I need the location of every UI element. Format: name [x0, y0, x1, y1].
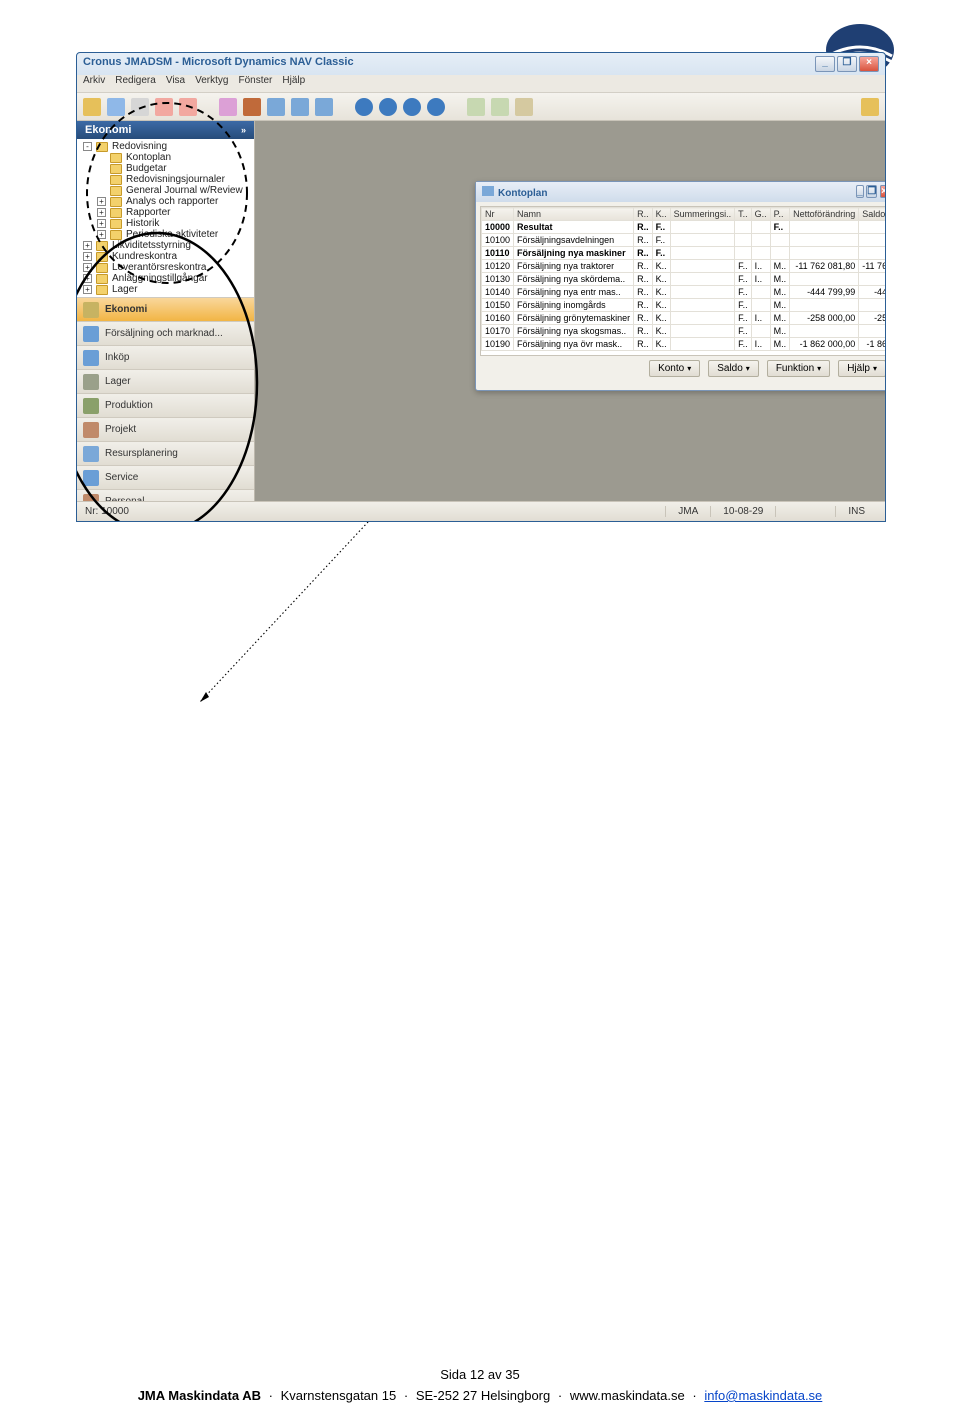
tree-item[interactable]: +Rapporter: [81, 207, 250, 218]
nav-active-category[interactable]: Ekonomi »: [77, 121, 254, 139]
category-icon: [83, 326, 99, 342]
app-screenshot: Cronus JMADSM - Microsoft Dynamics NAV C…: [76, 52, 886, 522]
toolbar-icon[interactable]: [491, 98, 509, 116]
table-row[interactable]: 10000ResultatR..F..F..: [482, 221, 887, 234]
tree-item[interactable]: +Periodiska aktiviteter: [81, 229, 250, 240]
statusbar: Nr: 10000 JMA 10-08-29 INS: [77, 501, 885, 521]
tree-item[interactable]: +Leverantörsreskontra: [81, 262, 250, 273]
kontoplan-grid[interactable]: NrNamnR..K..Summeringsi..T..G..P..Nettof…: [480, 206, 886, 356]
tree-item[interactable]: +Lager: [81, 284, 250, 295]
tree-item[interactable]: Redovisningsjournaler: [81, 174, 250, 185]
mdi-workspace: Kontoplan _ ❐ × NrNamnR..K..Summeringsi.…: [255, 121, 885, 501]
table-row[interactable]: 10130Försäljning nya skördema..R..K..F..…: [482, 273, 887, 286]
toolbar-icon[interactable]: [315, 98, 333, 116]
tree-item[interactable]: +Historik: [81, 218, 250, 229]
tree-item[interactable]: -Redovisning: [81, 141, 250, 152]
menu-item[interactable]: Redigera: [115, 75, 156, 86]
toolbar[interactable]: [77, 93, 885, 121]
tree-item[interactable]: +Likviditetsstyrning: [81, 240, 250, 251]
category-button[interactable]: Ekonomi: [77, 297, 254, 321]
tree-item[interactable]: Budgetar: [81, 163, 250, 174]
navigation-pane: Ekonomi » -Redovisning Kontoplan Budgeta…: [77, 121, 255, 501]
page-number: Sida 12 av 35: [0, 1367, 960, 1382]
category-icon: [83, 446, 99, 462]
toolbar-icon[interactable]: [243, 98, 261, 116]
category-icon: [83, 374, 99, 390]
window-button[interactable]: Saldo▾: [708, 360, 759, 377]
tree-item[interactable]: General Journal w/Review: [81, 185, 250, 196]
toolbar-icon[interactable]: [379, 98, 397, 116]
minimize-button[interactable]: _: [815, 56, 835, 72]
chevron-down-icon: ▾: [746, 364, 750, 373]
chevron-down-icon: ▾: [687, 364, 691, 373]
category-icon: [83, 422, 99, 438]
chevron-down-icon: ▾: [873, 364, 877, 373]
toolbar-icon[interactable]: [355, 98, 373, 116]
window-button[interactable]: Konto▾: [649, 360, 700, 377]
child-window-titlebar: Kontoplan _ ❐ ×: [476, 182, 886, 202]
menu-item[interactable]: Verktyg: [195, 75, 228, 86]
toolbar-icon[interactable]: [107, 98, 125, 116]
table-row[interactable]: 10160Försäljning grönytemaskinerR..K..F.…: [482, 312, 887, 325]
maximize-button[interactable]: ❐: [837, 56, 857, 72]
category-button[interactable]: Lager: [77, 369, 254, 393]
category-button[interactable]: Försäljning och marknad...: [77, 321, 254, 345]
table-row[interactable]: 10190Försäljning nya övr mask..R..K..F..…: [482, 338, 887, 351]
status-mode: INS: [835, 506, 877, 517]
table-row[interactable]: 10140Försäljning nya entr mas..R..K..F..…: [482, 286, 887, 299]
status-left: Nr: 10000: [85, 506, 129, 517]
table-row[interactable]: 10100FörsäljningsavdelningenR..F..: [482, 234, 887, 247]
tree-item[interactable]: +Anläggningstillgångar: [81, 273, 250, 284]
child-window-kontoplan: Kontoplan _ ❐ × NrNamnR..K..Summeringsi.…: [475, 181, 886, 391]
category-icon: [83, 470, 99, 486]
app-titlebar: Cronus JMADSM - Microsoft Dynamics NAV C…: [77, 53, 885, 75]
child-minimize-button[interactable]: _: [856, 185, 864, 198]
close-button[interactable]: ×: [859, 56, 879, 72]
window-button[interactable]: Hjälp▾: [838, 360, 886, 377]
category-button[interactable]: Inköp: [77, 345, 254, 369]
child-maximize-button[interactable]: ❐: [866, 185, 877, 198]
toolbar-icon[interactable]: [291, 98, 309, 116]
toolbar-icon[interactable]: [403, 98, 421, 116]
menubar[interactable]: Arkiv Redigera Visa Verktyg Fönster Hjälp: [77, 75, 885, 93]
toolbar-icon[interactable]: [427, 98, 445, 116]
category-button[interactable]: Resursplanering: [77, 441, 254, 465]
chevron-icon: »: [241, 125, 246, 135]
toolbar-icon[interactable]: [155, 98, 173, 116]
table-row[interactable]: 10120Försäljning nya traktorerR..K..F..I…: [482, 260, 887, 273]
table-row[interactable]: 10110Försäljning nya maskinerR..F..: [482, 247, 887, 260]
toolbar-icon[interactable]: [467, 98, 485, 116]
category-icon: [83, 302, 99, 318]
category-button[interactable]: Produktion: [77, 393, 254, 417]
toolbar-icon[interactable]: [861, 98, 879, 116]
toolbar-icon[interactable]: [131, 98, 149, 116]
menu-item[interactable]: Fönster: [238, 75, 272, 86]
menu-item[interactable]: Hjälp: [282, 75, 305, 86]
category-icon: [83, 398, 99, 414]
category-button[interactable]: Projekt: [77, 417, 254, 441]
nav-tree[interactable]: -Redovisning Kontoplan Budgetar Redovisn…: [77, 139, 254, 297]
tree-item[interactable]: +Kundreskontra: [81, 251, 250, 262]
category-list: EkonomiFörsäljning och marknad...InköpLa…: [77, 297, 254, 522]
category-button[interactable]: Service: [77, 465, 254, 489]
category-icon: [83, 350, 99, 366]
table-row[interactable]: 10170Försäljning nya skogsmas..R..K..F..…: [482, 325, 887, 338]
menu-item[interactable]: Visa: [166, 75, 185, 86]
toolbar-icon[interactable]: [83, 98, 101, 116]
chevron-down-icon: ▾: [817, 364, 821, 373]
table-row[interactable]: 10150Försäljning inomgårdsR..K..F..M..: [482, 299, 887, 312]
child-close-button[interactable]: ×: [880, 185, 886, 198]
page-footer: Sida 12 av 35 JMA Maskindata AB · Kvarns…: [0, 1367, 960, 1403]
toolbar-icon[interactable]: [267, 98, 285, 116]
toolbar-icon[interactable]: [219, 98, 237, 116]
status-user: JMA: [665, 506, 710, 517]
footer-email-link[interactable]: info@maskindata.se: [704, 1388, 822, 1403]
menu-item[interactable]: Arkiv: [83, 75, 105, 86]
toolbar-icon[interactable]: [515, 98, 533, 116]
tree-item[interactable]: +Analys och rapporter: [81, 196, 250, 207]
toolbar-icon[interactable]: [179, 98, 197, 116]
status-date: 10-08-29: [710, 506, 775, 517]
window-button[interactable]: Funktion▾: [767, 360, 830, 377]
tree-item[interactable]: Kontoplan: [81, 152, 250, 163]
